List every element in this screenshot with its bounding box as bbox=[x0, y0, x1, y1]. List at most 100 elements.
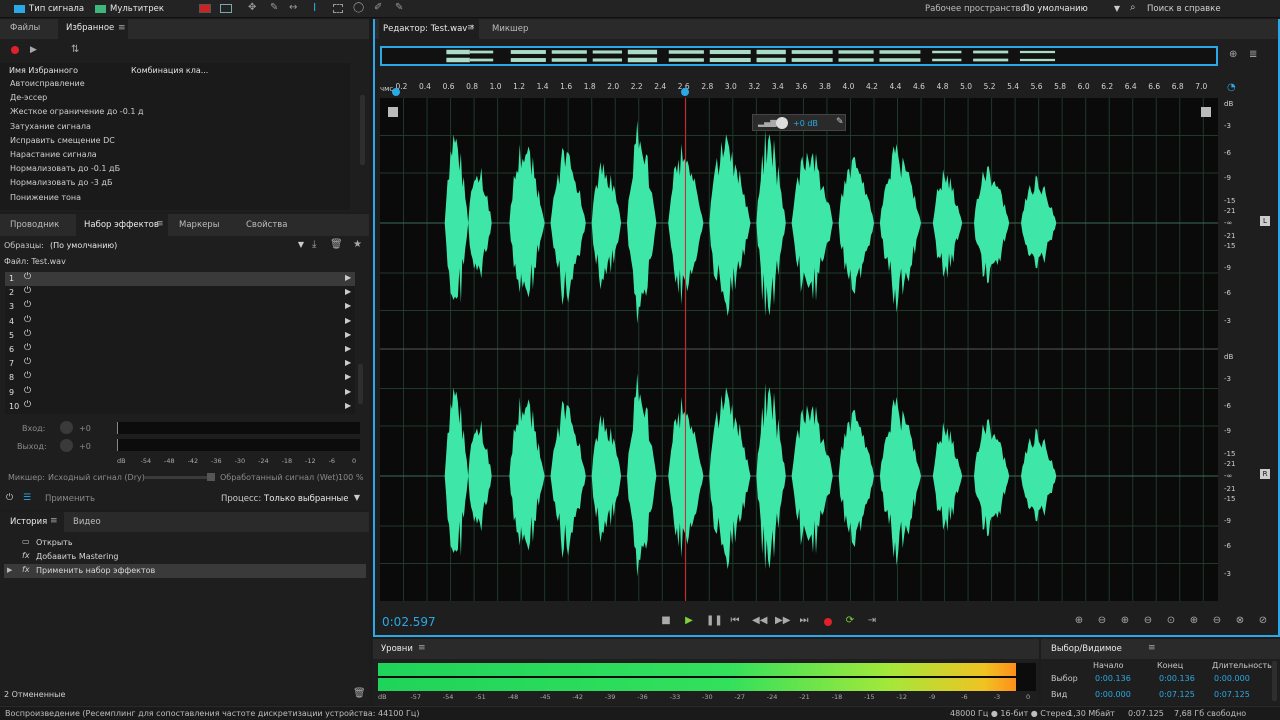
effect-slot[interactable]: 10 ⏻ ▶ bbox=[5, 400, 355, 414]
effect-slot[interactable]: 7 ⏻ ▶ bbox=[5, 357, 355, 371]
tab-properties[interactable]: Свойства bbox=[246, 214, 288, 232]
zoom-in-amplitude-icon[interactable]: ⊕ bbox=[1072, 615, 1086, 627]
panel-menu-icon[interactable]: ≡ bbox=[467, 23, 475, 33]
marquee-tool-icon[interactable] bbox=[333, 4, 343, 13]
zoom-out-point-icon[interactable]: ⊖ bbox=[1210, 615, 1224, 627]
skip-icon[interactable]: ⇥ bbox=[865, 615, 879, 627]
slot-menu-icon[interactable]: ▶ bbox=[345, 344, 351, 353]
overview-strip[interactable] bbox=[380, 46, 1218, 66]
presets-dropdown[interactable]: (По умолчанию) ▼ bbox=[48, 238, 306, 252]
slot-menu-icon[interactable]: ▶ bbox=[345, 401, 351, 410]
power-icon[interactable]: ⏻ bbox=[6, 493, 13, 503]
slip-tool-icon[interactable]: ↔ bbox=[289, 2, 297, 13]
gain-knob-icon[interactable] bbox=[776, 117, 788, 129]
history-item[interactable]: fx Добавить Mastering bbox=[4, 550, 366, 564]
effect-slot[interactable]: 3 ⏻ ▶ bbox=[5, 300, 355, 314]
tab-explorer[interactable]: Проводник bbox=[10, 214, 59, 232]
slot-menu-icon[interactable]: ▶ bbox=[345, 372, 351, 381]
zoom-out-time-icon[interactable]: ⊖ bbox=[1141, 615, 1155, 627]
apply-button[interactable]: Применить bbox=[45, 494, 95, 504]
favorite-item[interactable]: Исправить смещение DC bbox=[10, 134, 340, 148]
favorite-item[interactable]: Нормализовать до -0.1 дБ bbox=[10, 162, 340, 176]
gain-hud[interactable]: ▂▄▆ +0 dB ✎ bbox=[752, 114, 846, 131]
power-icon[interactable]: ⏻ bbox=[24, 357, 31, 367]
tab-mixer[interactable]: Микшер bbox=[492, 19, 528, 37]
pin-hud-icon[interactable]: ✎ bbox=[836, 117, 844, 127]
brush-tool-icon[interactable]: ✐ bbox=[374, 2, 382, 13]
zoom-to-selection-icon[interactable]: ⊕ bbox=[1229, 49, 1237, 60]
list-view-icon[interactable]: ☰ bbox=[23, 493, 31, 503]
favorite-item[interactable]: Понижение тона bbox=[10, 191, 340, 205]
effect-slot[interactable]: 8 ⏻ ▶ bbox=[5, 371, 355, 385]
slot-menu-icon[interactable]: ▶ bbox=[345, 358, 351, 367]
history-item[interactable]: ▭ Открыть bbox=[4, 536, 366, 550]
selection-scrollbar[interactable] bbox=[1272, 661, 1277, 701]
view-duration[interactable]: 0:07.125 bbox=[1214, 690, 1250, 699]
effect-slot[interactable]: 6 ⏻ ▶ bbox=[5, 343, 355, 357]
edit-favorites-icon[interactable]: ⇅ bbox=[71, 44, 79, 55]
panel-menu-icon[interactable]: ≡ bbox=[1148, 643, 1156, 653]
wet-value[interactable]: 100 % bbox=[338, 473, 363, 482]
help-search-input[interactable]: Поиск в справке bbox=[1147, 4, 1221, 14]
stop-icon[interactable]: ■ bbox=[660, 615, 672, 627]
power-icon[interactable]: ⏻ bbox=[24, 286, 31, 296]
effects-scrollbar[interactable] bbox=[358, 364, 363, 404]
overview-menu-icon[interactable]: ≣ bbox=[1249, 49, 1257, 60]
favorite-item[interactable]: Затухание сигнала bbox=[10, 120, 340, 134]
slot-menu-icon[interactable]: ▶ bbox=[345, 330, 351, 339]
search-icon[interactable]: ⌕ bbox=[1130, 2, 1136, 13]
favorite-item[interactable]: Жесткое ограничение до -0.1 д bbox=[10, 105, 340, 119]
save-preset-icon[interactable]: ⤓ bbox=[312, 239, 316, 250]
zoom-in-time-icon[interactable]: ⊕ bbox=[1118, 615, 1132, 627]
favorites-scrollbar[interactable] bbox=[360, 95, 365, 165]
mix-slider-handle[interactable] bbox=[207, 473, 215, 481]
razor-tool-icon[interactable]: ✎ bbox=[270, 2, 278, 13]
slot-menu-icon[interactable]: ▶ bbox=[345, 301, 351, 310]
lasso-tool-icon[interactable]: ◯ bbox=[353, 2, 364, 13]
panel-menu-icon[interactable]: ≡ bbox=[156, 219, 164, 229]
time-ruler[interactable]: 0.2 0.4 0.6 0.8 1.0 1.2 1.4 1.6 1.8 2.0 2.2 2.4 2.6 2… bbox=[380, 82, 1218, 96]
tab-editor[interactable]: Редактор: Test.wav * ≡ bbox=[379, 19, 479, 39]
waveform-area[interactable]: ▂▄▆ +0 dB ✎ bbox=[380, 98, 1218, 601]
power-icon[interactable]: ⏻ bbox=[24, 371, 31, 381]
effect-slot[interactable]: 1 ⏻ ▶ bbox=[5, 272, 355, 286]
time-display[interactable]: 0:02.597 bbox=[382, 615, 436, 629]
col-shortcut[interactable]: Комбинация кла... bbox=[131, 66, 208, 75]
play-favorite-icon[interactable]: ▶ bbox=[30, 45, 37, 55]
pitch-display-icon[interactable] bbox=[220, 4, 232, 13]
zoom-reset-icon[interactable]: ⊘ bbox=[1256, 615, 1270, 627]
sel-start[interactable]: 0:00.136 bbox=[1095, 674, 1131, 683]
panel-menu-icon[interactable]: ≡ bbox=[50, 516, 58, 526]
multitrack-tab[interactable]: Мультитрек bbox=[95, 3, 164, 15]
power-icon[interactable]: ⏻ bbox=[24, 300, 31, 310]
output-value[interactable]: +0 bbox=[79, 442, 91, 451]
favorite-item[interactable]: Де-эссер bbox=[10, 91, 340, 105]
power-icon[interactable]: ⏻ bbox=[24, 272, 31, 282]
favorite-item[interactable]: Нормализовать до -3 дБ bbox=[10, 176, 340, 190]
slot-menu-icon[interactable]: ▶ bbox=[345, 387, 351, 396]
playhead-marker[interactable] bbox=[681, 88, 690, 96]
record-icon[interactable] bbox=[824, 618, 832, 626]
view-end[interactable]: 0:07.125 bbox=[1159, 690, 1195, 699]
power-icon[interactable]: ⏻ bbox=[24, 386, 31, 396]
tab-files[interactable]: Файлы bbox=[10, 19, 40, 37]
favorite-item[interactable]: Нарастание сигнала bbox=[10, 148, 340, 162]
history-item[interactable]: ▶ fx Применить набор эффектов bbox=[4, 564, 366, 578]
panel-menu-icon[interactable]: ≡ bbox=[118, 23, 126, 33]
zoom-in-point-icon[interactable]: ⊕ bbox=[1187, 615, 1201, 627]
tab-markers[interactable]: Маркеры bbox=[179, 214, 219, 232]
effect-slot[interactable]: 2 ⏻ ▶ bbox=[5, 286, 355, 300]
next-icon[interactable]: ⏭ bbox=[798, 615, 810, 627]
slot-menu-icon[interactable]: ▶ bbox=[345, 316, 351, 325]
healing-tool-icon[interactable]: ✎ bbox=[395, 2, 403, 13]
expand-icon[interactable] bbox=[388, 107, 398, 117]
tab-favorites[interactable]: Избранное ≡ bbox=[58, 19, 128, 39]
spectral-display-icon[interactable] bbox=[199, 4, 211, 13]
power-icon[interactable]: ⏻ bbox=[24, 343, 31, 353]
rewind-icon[interactable]: ◀◀ bbox=[752, 615, 767, 627]
process-dropdown[interactable]: Только выбранные ▼ bbox=[262, 491, 362, 505]
play-icon[interactable]: ▶ bbox=[683, 615, 695, 627]
sel-end[interactable]: 0:00.136 bbox=[1159, 674, 1195, 683]
power-icon[interactable]: ⏻ bbox=[24, 329, 31, 339]
workspace-dropdown[interactable]: По умолчанию ▼ bbox=[1020, 2, 1122, 16]
